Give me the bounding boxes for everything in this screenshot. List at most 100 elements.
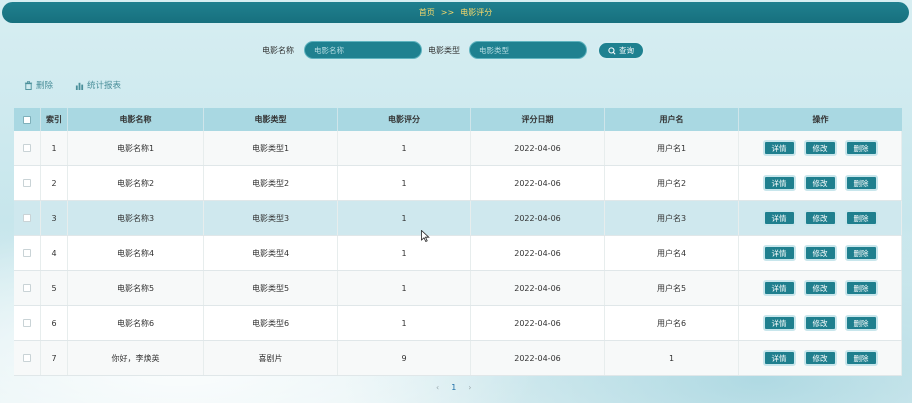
delete-button[interactable]: 删除 — [844, 280, 878, 296]
cell-score: 9 — [338, 341, 471, 375]
edit-button[interactable]: 修改 — [803, 245, 837, 261]
table-header: 索引 电影名称 电影类型 电影评分 评分日期 用户名 操作 — [14, 108, 902, 131]
cell-movie-type: 电影类型2 — [204, 166, 338, 200]
edit-button[interactable]: 修改 — [803, 280, 837, 296]
cell-user: 1 — [605, 341, 739, 375]
delete-button[interactable]: 删除 — [844, 315, 878, 331]
movie-type-input[interactable] — [469, 41, 587, 59]
detail-button[interactable]: 详情 — [762, 245, 796, 261]
row-select-cell — [14, 341, 41, 375]
row-checkbox[interactable] — [23, 249, 31, 257]
cell-date: 2022-04-06 — [471, 341, 605, 375]
row-checkbox[interactable] — [23, 179, 31, 187]
row-select-cell — [14, 166, 41, 200]
breadcrumb-separator: >> — [440, 8, 455, 17]
column-header-actions: 操作 — [812, 115, 829, 124]
column-header-name: 电影名称 — [68, 108, 204, 131]
cell-user: 用户名2 — [605, 166, 739, 200]
cell-movie-type: 电影类型3 — [204, 201, 338, 235]
table-row: 1 电影名称1 电影类型1 1 2022-04-06 用户名1 详情 修改 删除 — [14, 131, 902, 166]
cell-date: 2022-04-06 — [471, 271, 605, 305]
statistics-report-label: 统计报表 — [87, 81, 122, 91]
delete-button[interactable]: 删除 — [844, 210, 878, 226]
detail-button[interactable]: 详情 — [762, 140, 796, 156]
row-checkbox[interactable] — [23, 319, 31, 327]
row-actions: 详情 修改 删除 — [739, 131, 902, 165]
row-actions: 详情 修改 删除 — [739, 236, 902, 270]
cell-movie-name: 电影名称2 — [68, 166, 204, 200]
table-row: 6 电影名称6 电影类型6 1 2022-04-06 用户名6 详情 修改 删除 — [14, 306, 902, 341]
movie-name-label: 电影名称 — [262, 46, 294, 55]
edit-button[interactable]: 修改 — [803, 140, 837, 156]
detail-button[interactable]: 详情 — [762, 350, 796, 366]
delete-button[interactable]: 删除 — [844, 350, 878, 366]
cell-movie-name: 电影名称3 — [68, 201, 204, 235]
query-button[interactable]: 查询 — [597, 41, 645, 60]
edit-button[interactable]: 修改 — [803, 350, 837, 366]
table-row: 3 电影名称3 电影类型3 1 2022-04-06 用户名3 详情 修改 删除 — [14, 201, 902, 236]
detail-button[interactable]: 详情 — [762, 210, 796, 226]
edit-button[interactable]: 修改 — [803, 175, 837, 191]
row-actions: 详情 修改 删除 — [739, 271, 902, 305]
cell-score: 1 — [338, 236, 471, 270]
cell-movie-name: 电影名称6 — [68, 306, 204, 340]
column-header-user: 用户名 — [605, 108, 739, 131]
detail-button[interactable]: 详情 — [762, 175, 796, 191]
row-select-cell — [14, 306, 41, 340]
row-actions: 详情 修改 删除 — [739, 166, 902, 200]
breadcrumb-home[interactable]: 首页 — [419, 7, 435, 18]
delete-button[interactable]: 删除 — [844, 245, 878, 261]
cell-date: 2022-04-06 — [471, 236, 605, 270]
row-checkbox[interactable] — [23, 354, 31, 362]
table-row: 4 电影名称4 电影类型4 1 2022-04-06 用户名4 详情 修改 删除 — [14, 236, 902, 271]
column-header-score: 电影评分 — [338, 108, 471, 131]
edit-button[interactable]: 修改 — [803, 315, 837, 331]
row-select-cell — [14, 271, 41, 305]
cell-date: 2022-04-06 — [471, 131, 605, 165]
column-header-type: 电影类型 — [204, 108, 338, 131]
cell-user: 用户名6 — [605, 306, 739, 340]
delete-button[interactable]: 删除 — [844, 175, 878, 191]
cell-user: 用户名4 — [605, 236, 739, 270]
cell-movie-type: 电影类型4 — [204, 236, 338, 270]
row-actions: 详情 修改 删除 — [739, 201, 902, 235]
cell-index: 6 — [41, 306, 68, 340]
pagination: ‹ 1 › — [436, 383, 472, 392]
detail-button[interactable]: 详情 — [762, 315, 796, 331]
mouse-cursor-icon — [421, 230, 430, 242]
trash-icon — [24, 80, 33, 90]
row-select-cell — [14, 236, 41, 270]
row-checkbox[interactable] — [23, 284, 31, 292]
row-actions: 详情 修改 删除 — [739, 341, 902, 375]
table-row: 7 你好，李焕英 喜剧片 9 2022-04-06 1 详情 修改 删除 — [14, 341, 902, 376]
delete-button[interactable]: 删除 — [844, 140, 878, 156]
search-bar: 电影名称 电影类型 查询 — [0, 41, 912, 60]
prev-page-button[interactable]: ‹ — [436, 383, 439, 392]
query-button-label: 查询 — [619, 46, 634, 55]
cell-user: 用户名5 — [605, 271, 739, 305]
movie-name-input[interactable] — [304, 41, 422, 59]
cell-score: 1 — [338, 201, 471, 235]
select-all-checkbox[interactable] — [23, 115, 31, 124]
cell-index: 2 — [41, 166, 68, 200]
page-number[interactable]: 1 — [451, 383, 456, 392]
bar-chart-icon — [75, 82, 84, 90]
cell-movie-type: 电影类型5 — [204, 271, 338, 305]
cell-movie-name: 你好，李焕英 — [68, 341, 204, 375]
next-page-button[interactable]: › — [468, 383, 471, 392]
cell-user: 用户名3 — [605, 201, 739, 235]
batch-delete-button[interactable]: 删除 — [24, 79, 53, 91]
detail-button[interactable]: 详情 — [762, 280, 796, 296]
column-header-date: 评分日期 — [471, 108, 605, 131]
row-checkbox[interactable] — [23, 214, 31, 222]
cell-date: 2022-04-06 — [471, 306, 605, 340]
statistics-report-button[interactable]: 统计报表 — [75, 79, 121, 91]
edit-button[interactable]: 修改 — [803, 210, 837, 226]
rating-table: 索引 电影名称 电影类型 电影评分 评分日期 用户名 操作 1 电影名称1 电影… — [14, 108, 902, 376]
cell-movie-type: 喜剧片 — [204, 341, 338, 375]
cell-score: 1 — [338, 271, 471, 305]
batch-delete-label: 删除 — [36, 81, 54, 91]
row-select-cell — [14, 201, 41, 235]
row-checkbox[interactable] — [23, 144, 31, 152]
row-select-cell — [14, 131, 41, 165]
